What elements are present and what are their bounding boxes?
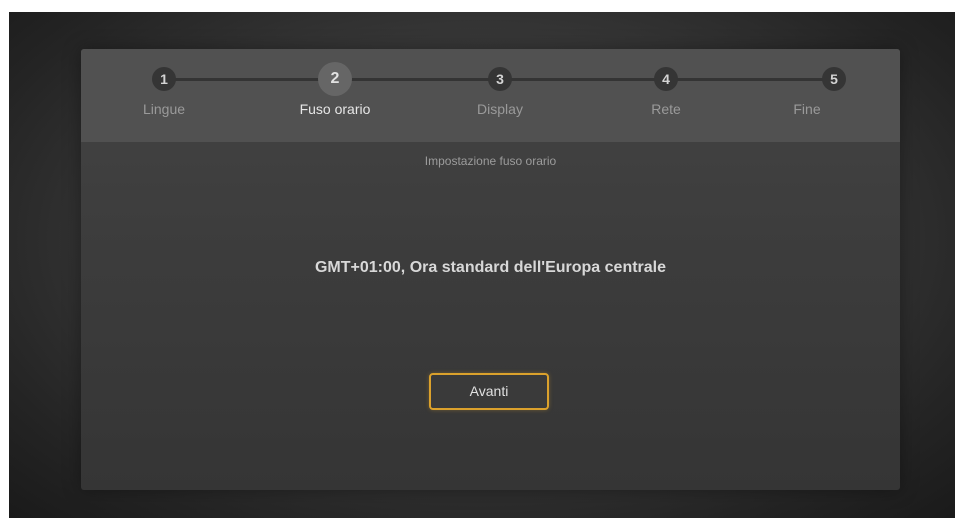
step-number: 3 [488, 67, 512, 91]
step-display: 3 Display [440, 49, 560, 117]
step-number: 1 [152, 67, 176, 91]
step-fuso-orario: 2 Fuso orario [275, 49, 395, 117]
wizard-stepper: 1 Lingue 2 Fuso orario 3 Display 4 Rete … [81, 49, 900, 142]
page-subtitle: Impostazione fuso orario [424, 154, 557, 168]
next-button[interactable]: Avanti [429, 373, 549, 410]
step-fine: 5 Fine [767, 49, 887, 117]
setup-wizard-panel: 1 Lingue 2 Fuso orario 3 Display 4 Rete … [81, 49, 900, 490]
step-number: 2 [318, 62, 352, 96]
tv-screen: 1 Lingue 2 Fuso orario 3 Display 4 Rete … [9, 12, 955, 518]
step-label: Fine [793, 101, 821, 117]
step-label: Fuso orario [299, 101, 371, 117]
step-lingue: 1 Lingue [104, 49, 224, 117]
timezone-selector[interactable]: GMT+01:00, Ora standard dell'Europa cent… [81, 259, 900, 277]
step-label: Lingue [142, 101, 186, 117]
step-label: Display [477, 101, 523, 117]
step-number: 4 [654, 67, 678, 91]
step-label: Rete [651, 101, 681, 117]
step-number: 5 [822, 67, 846, 91]
step-rete: 4 Rete [606, 49, 726, 117]
